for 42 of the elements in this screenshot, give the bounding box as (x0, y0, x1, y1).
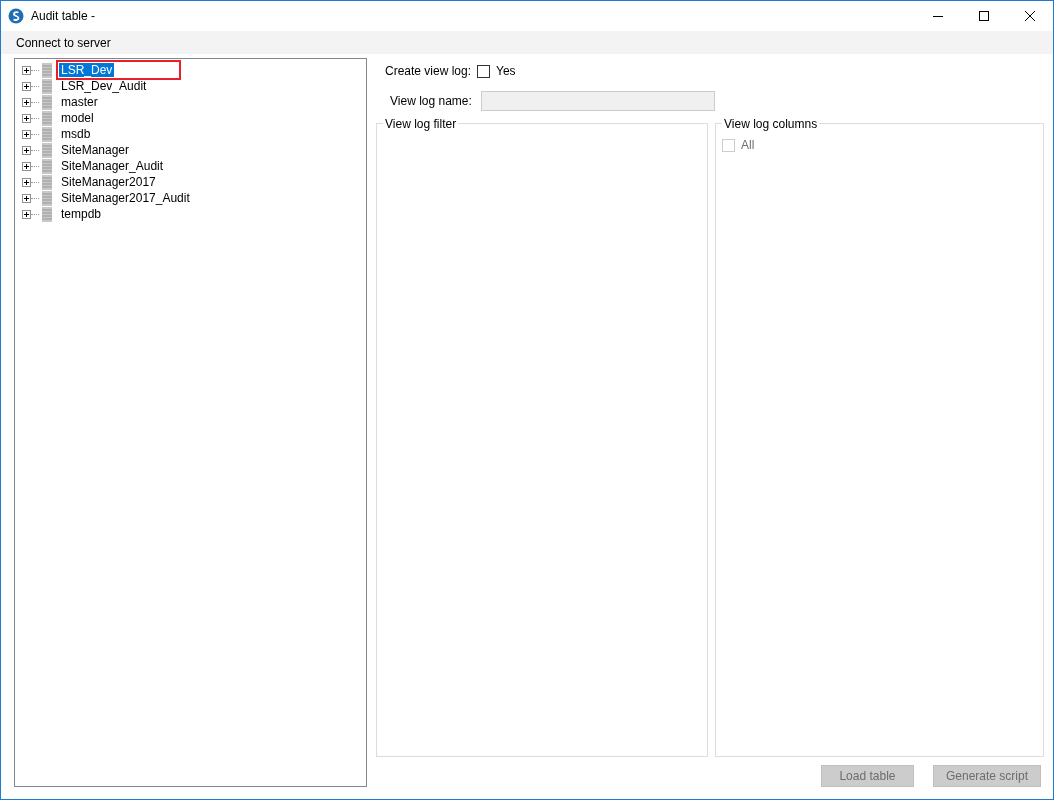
tree-item[interactable]: model (59, 111, 96, 125)
tree-item[interactable]: master (59, 95, 100, 109)
expand-icon[interactable] (22, 97, 31, 107)
tree-item[interactable]: LSR_Dev_Audit (59, 79, 149, 93)
tree-item[interactable]: SiteManager (59, 143, 132, 157)
database-icon (41, 206, 53, 222)
expand-icon[interactable] (22, 209, 31, 219)
tree-item[interactable]: SiteManager2017_Audit (59, 191, 192, 205)
menu-item[interactable]: Connect to server (10, 35, 117, 50)
group-title: View log columns (722, 117, 820, 131)
field-label: Create view log: (385, 64, 472, 78)
database-icon (41, 62, 53, 78)
expand-icon[interactable] (22, 145, 31, 155)
database-icon (41, 142, 53, 158)
window-title: Audit table - (31, 9, 96, 23)
app-logo-icon (8, 8, 24, 24)
tree-item[interactable]: tempdb (59, 207, 104, 221)
tree-item[interactable]: LSR_Dev (59, 63, 115, 77)
database-icon (41, 126, 53, 142)
tree-item[interactable]: SiteManager_Audit (59, 159, 166, 173)
group-title: View log filter (383, 117, 459, 131)
expand-icon[interactable] (22, 129, 31, 139)
maximize-icon (979, 11, 989, 21)
expand-icon[interactable] (22, 193, 31, 203)
expand-icon[interactable] (22, 81, 31, 91)
close-icon (1025, 11, 1035, 21)
expand-icon[interactable] (22, 177, 31, 187)
expand-icon[interactable] (22, 161, 31, 171)
expand-icon[interactable] (22, 113, 31, 123)
checkbox-label: All (741, 138, 755, 152)
field-label: View log name: (390, 94, 472, 108)
database-icon (41, 190, 53, 206)
checkbox-label: Yes (496, 64, 516, 78)
database-icon (41, 158, 53, 174)
tree-item[interactable]: msdb (59, 127, 93, 141)
tree-item[interactable]: SiteManager2017 (59, 175, 158, 189)
database-icon (41, 78, 53, 94)
database-icon (41, 94, 53, 110)
expand-icon[interactable] (22, 65, 31, 75)
checkbox[interactable] (477, 64, 491, 78)
database-icon (41, 110, 53, 126)
database-icon (41, 174, 53, 190)
